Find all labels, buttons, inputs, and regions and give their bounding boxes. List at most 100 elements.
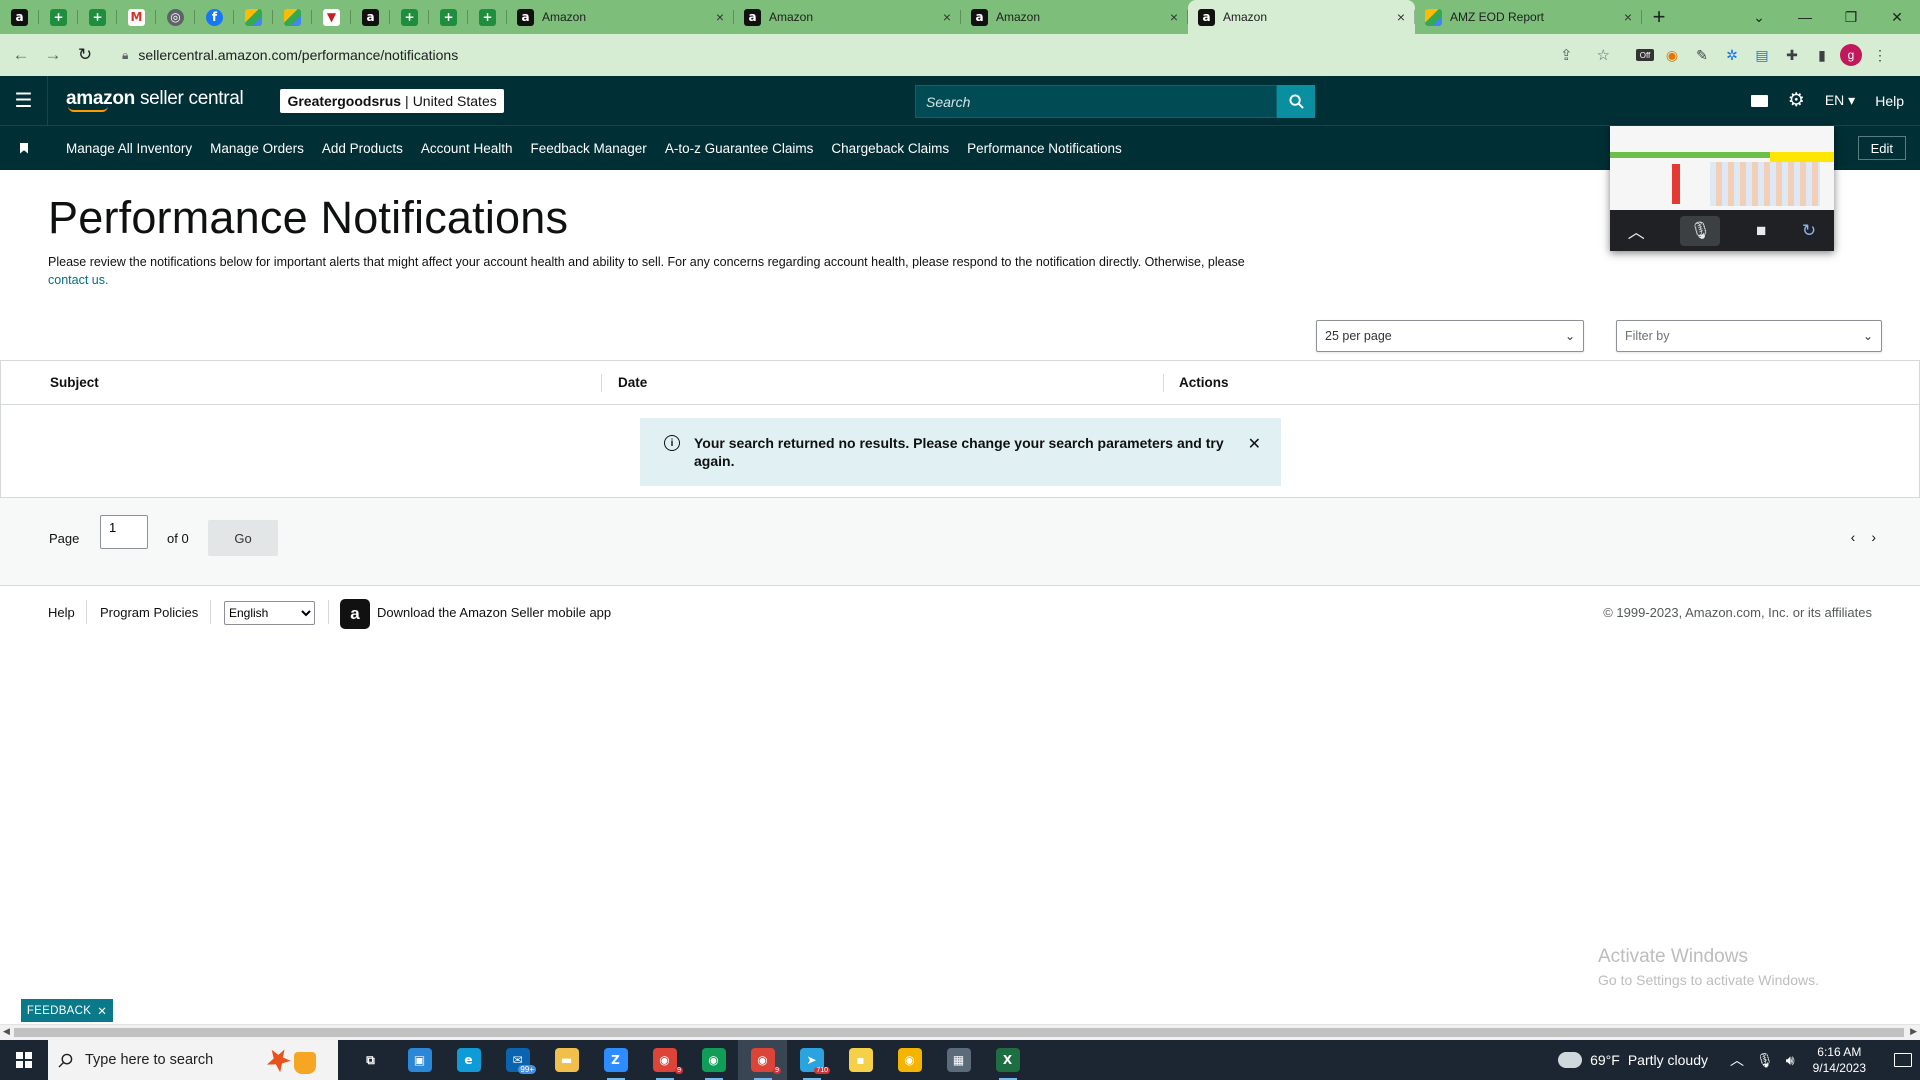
extension-icon[interactable]: ▤ [1750,43,1774,67]
close-tab-icon[interactable]: × [716,9,724,25]
new-tab-button[interactable]: + [1642,0,1676,34]
taskbar-app[interactable]: e [444,1040,493,1080]
nav-link-a-to-z-guarantee-claims[interactable]: A-to-z Guarantee Claims [657,141,822,156]
bookmark-icon[interactable] [0,142,48,154]
nav-link-account-health[interactable]: Account Health [413,141,521,156]
download-app-link[interactable]: Download the Amazon Seller mobile app [377,605,611,620]
close-tab-icon[interactable]: × [1170,9,1178,25]
pinned-tab[interactable]: + [429,0,468,34]
refresh-icon[interactable]: ↻ [1802,221,1816,241]
per-page-select[interactable]: 25 per page ⌄ [1316,320,1584,352]
taskbar-app[interactable]: ▦ [934,1040,983,1080]
edit-nav-button[interactable]: Edit [1857,136,1906,160]
browser-tab[interactable]: a Amazon × [961,0,1188,34]
search-input[interactable] [915,85,1277,118]
speaker-icon[interactable]: 🔊︎ [1786,1052,1795,1069]
pinned-tab[interactable]: f [195,0,234,34]
footer-language-select[interactable]: English [224,601,315,625]
scroll-right-icon[interactable]: ▶ [1910,1026,1917,1037]
seller-app-icon[interactable]: a [340,599,370,629]
microphone-icon[interactable]: 🎙︎ [1756,1052,1774,1069]
extensions-puzzle-icon[interactable]: ✚ [1780,43,1804,67]
pinned-tab[interactable]: M [117,0,156,34]
taskbar-app[interactable]: ◉ 9 [738,1040,787,1080]
side-panel-icon[interactable]: ▮ [1810,43,1834,67]
language-selector[interactable]: EN ▾ [1825,92,1855,109]
scrollbar-thumb[interactable] [14,1028,1904,1037]
notification-center-icon[interactable] [1894,1053,1912,1067]
taskbar-app[interactable]: ▬ [542,1040,591,1080]
taskbar-app[interactable]: ✉ 99+ [493,1040,542,1080]
close-window-button[interactable]: ✕ [1874,0,1920,34]
go-button[interactable]: Go [208,520,278,556]
minimize-button[interactable]: — [1782,0,1828,34]
column-header-subject[interactable]: Subject [50,375,99,390]
close-tab-icon[interactable]: × [1397,9,1405,25]
nav-link-manage-orders[interactable]: Manage Orders [202,141,312,156]
expand-icon[interactable]: ︿ [1628,218,1645,243]
tab-search-icon[interactable]: ⌄ [1736,0,1782,34]
nav-link-manage-all-inventory[interactable]: Manage All Inventory [58,141,200,156]
pinned-tab[interactable]: ▼ [312,0,351,34]
taskbar-clock[interactable]: 6:16 AM 9/14/2023 [1813,1044,1866,1076]
share-icon[interactable]: ⇪ [1560,46,1573,64]
column-header-date[interactable]: Date [618,375,647,390]
taskbar-app[interactable]: ◉ 9 [640,1040,689,1080]
address-bar[interactable]: 🔒︎ sellercentral.amazon.com/performance/… [110,39,1622,71]
taskbar-app[interactable]: ◉ [689,1040,738,1080]
start-button[interactable] [0,1040,48,1080]
bookmark-star-icon[interactable]: ☆ [1597,46,1610,64]
pinned-tab[interactable]: ◎ [156,0,195,34]
lock-icon[interactable]: 🔒︎ [122,48,128,63]
taskbar-app[interactable]: ➤ 710 [787,1040,836,1080]
weather-widget[interactable]: 69°F Partly cloudy [1554,1046,1708,1068]
gear-icon[interactable]: ⚙ [1788,89,1805,112]
store-switcher[interactable]: Greatergoodsrus | United States [280,88,504,113]
chevron-right-icon[interactable]: › [1871,529,1876,545]
close-icon[interactable]: ✕ [1248,434,1261,454]
browser-tab[interactable]: a Amazon × [1188,0,1415,34]
nav-link-performance-notifications[interactable]: Performance Notifications [959,141,1130,156]
horizontal-scrollbar[interactable]: ◀ ▶ [0,1024,1920,1040]
pinned-tab[interactable]: a [0,0,39,34]
close-icon[interactable]: ✕ [97,1004,107,1018]
taskbar-app[interactable]: ◉ [885,1040,934,1080]
taskbar-search-box[interactable]: Type here to search [48,1040,338,1080]
extension-toggle-icon[interactable]: Off [1636,49,1654,61]
contact-us-link[interactable]: contact us. [48,273,108,287]
pinned-tab[interactable]: a [351,0,390,34]
close-tab-icon[interactable]: × [1624,9,1632,25]
back-button[interactable]: ← [8,42,34,68]
forward-button[interactable]: → [40,42,66,68]
feedback-button[interactable]: FEEDBACK ✕ [21,999,113,1022]
profile-avatar[interactable]: g [1840,44,1862,66]
pinned-tab[interactable]: + [468,0,507,34]
filter-select[interactable]: Filter by ⌄ [1616,320,1882,352]
extension-icon[interactable]: ◉ [1660,43,1684,67]
scroll-left-icon[interactable]: ◀ [3,1026,10,1037]
browser-menu-icon[interactable]: ⋮ [1868,43,1892,67]
taskbar-app[interactable]: X [983,1040,1032,1080]
program-policies-link[interactable]: Program Policies [100,605,198,620]
browser-tab[interactable]: a Amazon × [734,0,961,34]
close-tab-icon[interactable]: × [943,9,951,25]
help-link[interactable]: Help [1875,93,1904,109]
extension-icon[interactable]: ✲ [1720,43,1744,67]
browser-tab[interactable]: AMZ EOD Report × [1415,0,1642,34]
taskbar-app[interactable]: ▣ [395,1040,444,1080]
nav-link-add-products[interactable]: Add Products [314,141,411,156]
reload-button[interactable]: ↻ [72,42,98,68]
pinned-tab[interactable]: + [78,0,117,34]
url-text[interactable]: sellercentral.amazon.com/performance/not… [138,47,1536,63]
footer-help-link[interactable]: Help [48,605,75,620]
search-button[interactable] [1277,85,1315,118]
nav-link-feedback-manager[interactable]: Feedback Manager [522,141,654,156]
extension-icon[interactable]: ✎ [1690,43,1714,67]
mic-muted-icon[interactable]: 🎙︎ [1680,215,1721,246]
hamburger-menu-icon[interactable]: ☰ [0,76,48,125]
taskbar-app[interactable]: Z [591,1040,640,1080]
seller-central-logo[interactable]: amazon seller central [66,89,244,112]
maximize-button[interactable]: ❐ [1828,0,1874,34]
page-number-input[interactable] [100,515,148,549]
taskbar-app[interactable]: ⧉ [346,1040,395,1080]
